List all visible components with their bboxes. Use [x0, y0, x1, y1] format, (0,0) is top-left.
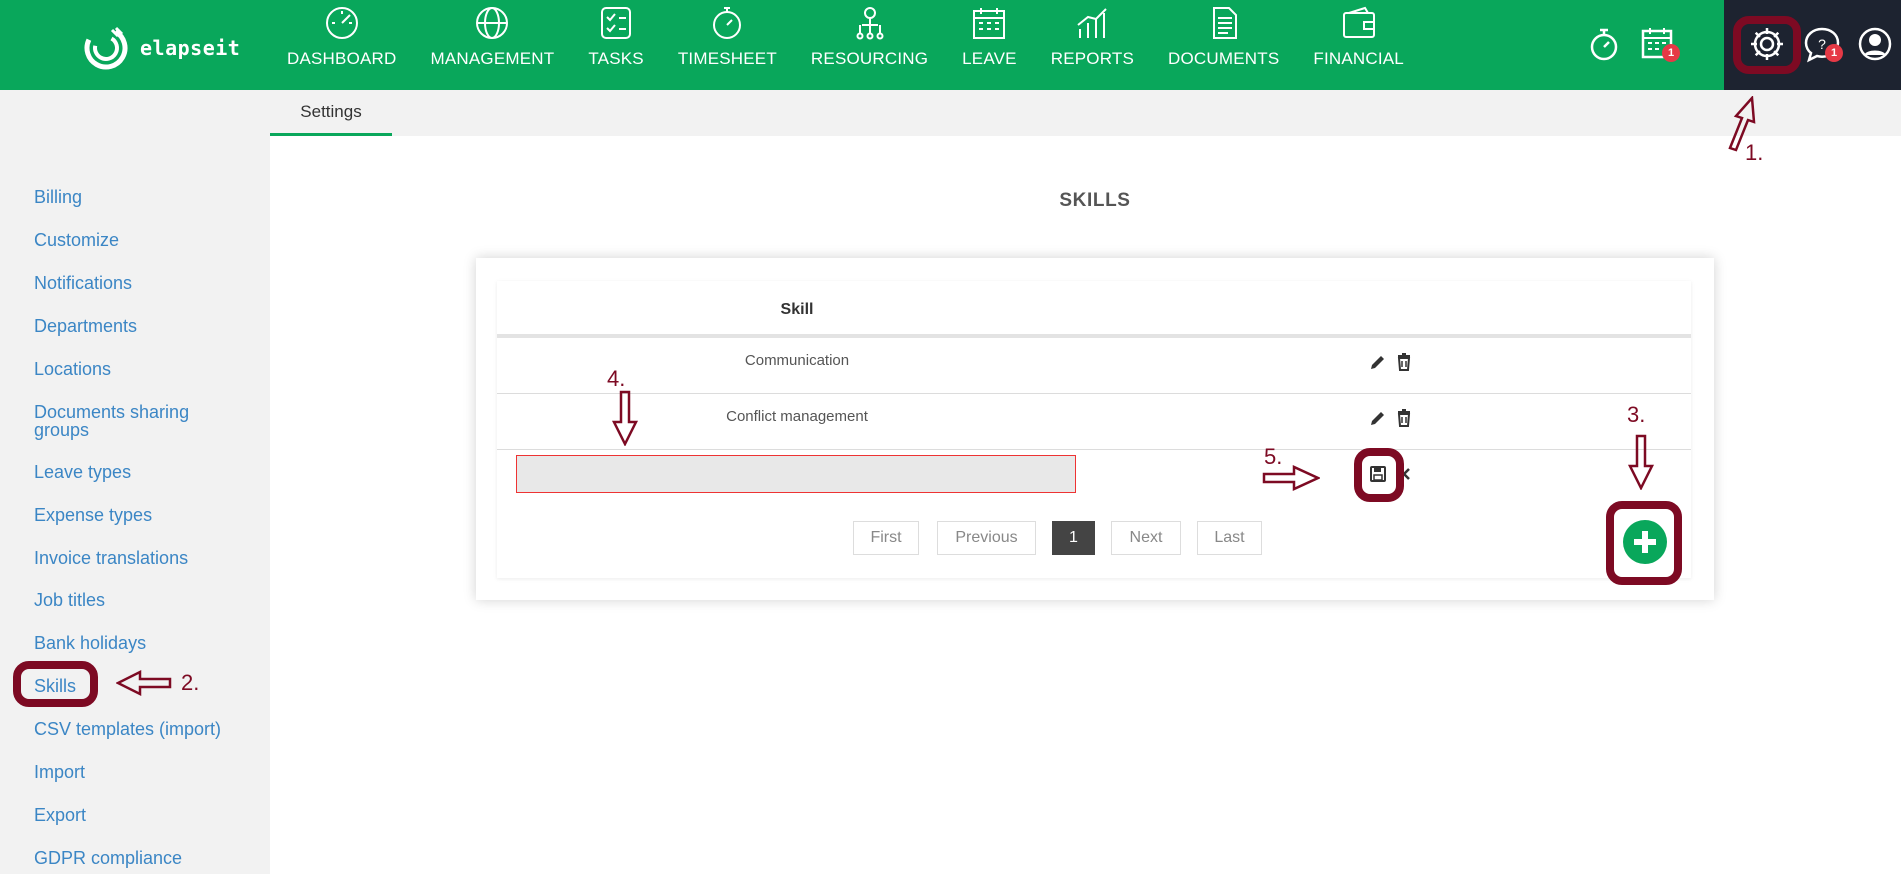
dashboard-gauge-icon: [325, 7, 358, 39]
sidebar-item-import[interactable]: Import: [34, 763, 85, 781]
nav-label: DASHBOARD: [287, 49, 397, 68]
sidebar-item-invoice-translations[interactable]: Invoice translations: [34, 549, 188, 567]
pencil-icon: [1371, 356, 1384, 369]
annotation-step-3: 3.: [1627, 402, 1646, 427]
annotation-arrow-right-icon: [1262, 465, 1320, 491]
sidebar-item-job-titles[interactable]: Job titles: [34, 591, 105, 609]
annotation-arrow-left-icon: [116, 669, 172, 697]
sidebar-item-notifications[interactable]: Notifications: [34, 274, 132, 292]
annotation-step-1: 1.: [1745, 140, 1764, 165]
sidebar-item-export[interactable]: Export: [34, 806, 86, 824]
nav-tasks[interactable]: TASKS: [571, 0, 660, 90]
main-nav: DASHBOARD MANAGEMENT TASKS TIMESHEET RES…: [270, 0, 1421, 90]
pagination-last[interactable]: Last: [1197, 521, 1262, 555]
person-network-icon: [856, 7, 884, 40]
sidebar-item-documents-sharing-groups[interactable]: Documents sharing groups: [34, 403, 234, 439]
help-badge: 1: [1825, 44, 1843, 62]
table-header: Skill: [497, 281, 1691, 338]
sidebar-item-expense-types[interactable]: Expense types: [34, 506, 152, 524]
calendar-icon: [973, 8, 1006, 39]
stopwatch-icon: [713, 7, 742, 39]
sidebar-item-leave-types[interactable]: Leave types: [34, 463, 131, 481]
nav-label: REPORTS: [1050, 49, 1134, 68]
nav-label: MANAGEMENT: [430, 49, 555, 68]
task-list-icon: [601, 7, 632, 39]
annotation-step-2: 2.: [181, 670, 200, 695]
annotation-arrow-down-icon: [611, 390, 639, 446]
nav-management[interactable]: MANAGEMENT: [414, 0, 572, 90]
table-row: Communication: [497, 338, 1691, 394]
bar-chart-icon: [1077, 8, 1108, 38]
sidebar-item-bank-holidays[interactable]: Bank holidays: [34, 634, 146, 652]
stopwatch-icon: [1590, 28, 1618, 61]
sidebar-item-billing[interactable]: Billing: [34, 188, 82, 206]
skill-cell: Communication: [744, 352, 850, 369]
calendar-button[interactable]: 1: [1638, 24, 1680, 64]
pagination-previous[interactable]: Previous: [937, 521, 1036, 555]
annotation-highlight-settings: [1733, 16, 1801, 74]
pagination-next[interactable]: Next: [1111, 521, 1181, 555]
elapseit-logo-icon: [84, 26, 128, 70]
nav-label: FINANCIAL: [1313, 49, 1404, 68]
settings-subheader: Settings: [270, 90, 1901, 136]
edit-button[interactable]: [1368, 352, 1388, 372]
annotation-highlight-add: [1606, 501, 1682, 585]
new-skill-input[interactable]: [516, 455, 1076, 493]
annotation-highlight-save: [1354, 448, 1404, 502]
calendar-badge: 1: [1662, 44, 1680, 62]
help-button[interactable]: ? 1: [1802, 24, 1843, 64]
sidebar-item-gdpr-compliance[interactable]: GDPR compliance: [34, 849, 182, 867]
delete-button[interactable]: [1394, 352, 1414, 372]
pagination-first[interactable]: First: [853, 521, 919, 555]
nav-financial[interactable]: FINANCIAL: [1296, 0, 1421, 90]
pagination-current-page[interactable]: 1: [1052, 521, 1095, 555]
nav-label: DOCUMENTS: [1168, 49, 1280, 68]
pencil-icon: [1371, 412, 1384, 425]
nav-label: LEAVE: [962, 49, 1017, 68]
app-name: elapseit: [140, 36, 241, 60]
trash-icon: [1397, 353, 1411, 371]
nav-label: TASKS: [588, 49, 644, 68]
annotation-step-4: 4.: [607, 366, 626, 391]
nav-resourcing[interactable]: RESOURCING: [794, 0, 945, 90]
nav-leave[interactable]: LEAVE: [945, 0, 1034, 90]
app-logo[interactable]: elapseit: [82, 24, 240, 72]
user-avatar-icon: [1858, 27, 1892, 61]
edit-button[interactable]: [1368, 408, 1388, 428]
trash-icon: [1397, 409, 1411, 427]
sidebar-item-departments[interactable]: Departments: [34, 317, 137, 335]
delete-button[interactable]: [1394, 408, 1414, 428]
sidebar-item-locations[interactable]: Locations: [34, 360, 111, 378]
skills-table: Skill Communication Conflict management …: [497, 281, 1691, 578]
nav-label: TIMESHEET: [677, 49, 777, 68]
sidebar-item-customize[interactable]: Customize: [34, 231, 119, 249]
nav-label: RESOURCING: [810, 49, 929, 68]
page-title: SKILLS: [1059, 190, 1131, 211]
annotation-arrow-down-icon: [1627, 434, 1655, 490]
skill-cell: Conflict management: [726, 408, 868, 425]
tab-settings[interactable]: Settings: [270, 90, 392, 136]
wallet-icon: [1342, 6, 1375, 38]
annotation-highlight-skills: [13, 661, 98, 707]
document-icon: [1212, 7, 1237, 39]
globe-icon: [476, 7, 509, 39]
table-row: Conflict management: [497, 394, 1691, 450]
nav-documents[interactable]: DOCUMENTS: [1151, 0, 1296, 90]
sidebar-item-csv-templates[interactable]: CSV templates (import): [34, 720, 221, 738]
settings-sidebar: Billing Customize Notifications Departme…: [0, 90, 270, 874]
nav-dashboard[interactable]: DASHBOARD: [270, 0, 414, 90]
nav-timesheet[interactable]: TIMESHEET: [661, 0, 794, 90]
user-profile-button[interactable]: [1855, 24, 1895, 64]
timer-button[interactable]: [1584, 24, 1624, 64]
nav-reports[interactable]: REPORTS: [1034, 0, 1151, 90]
column-header-skill: Skill: [780, 301, 814, 318]
